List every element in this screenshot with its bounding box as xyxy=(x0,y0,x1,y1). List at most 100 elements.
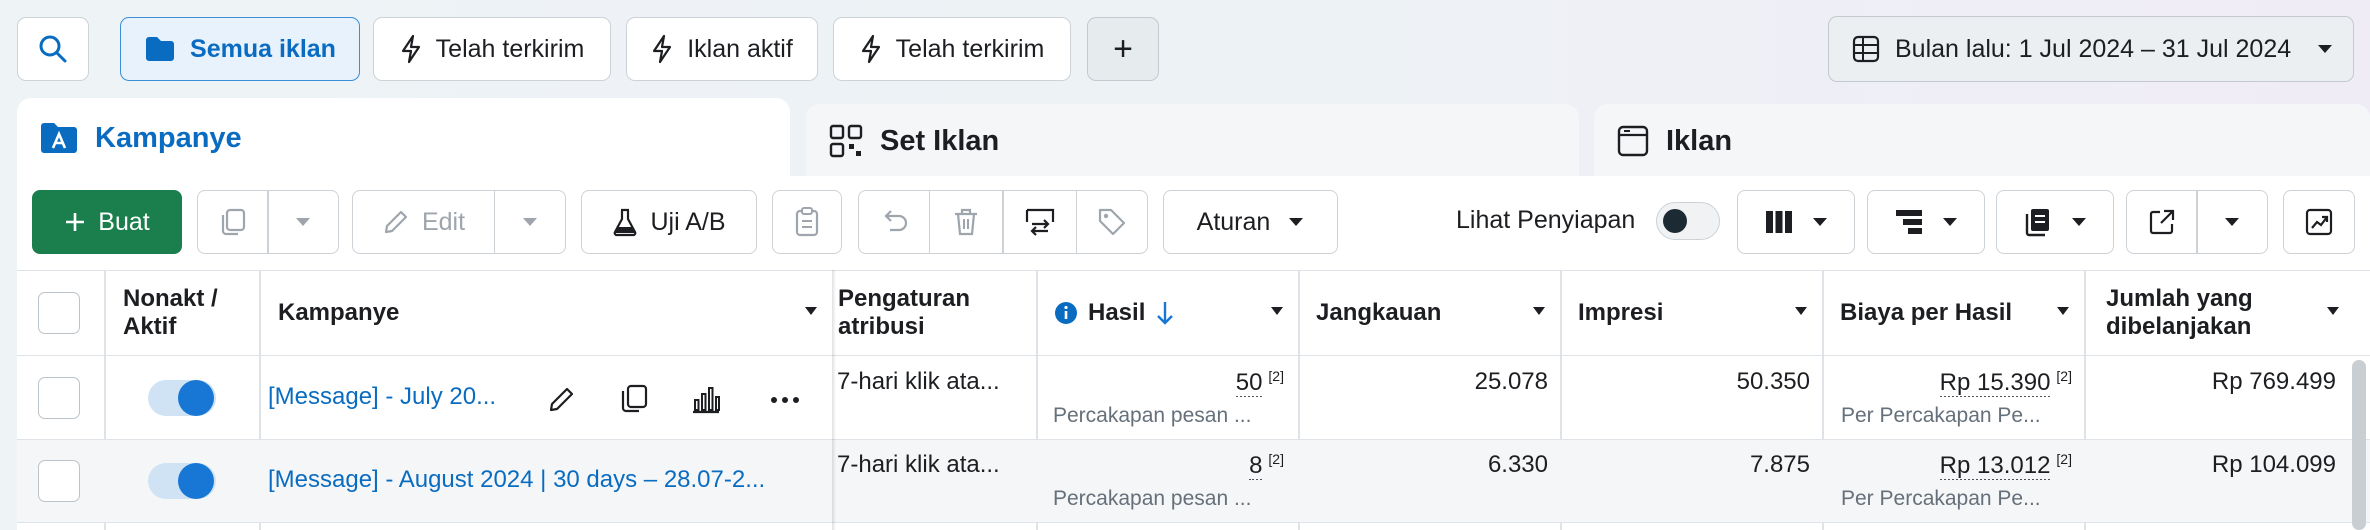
create-button[interactable]: Buat xyxy=(32,190,182,254)
col-cost-per-result-label: Biaya per Hasil xyxy=(1840,299,2013,326)
sort-arrow-down-icon xyxy=(1157,302,1174,325)
breakdown-button[interactable] xyxy=(1867,190,1985,254)
col-cost-per-result[interactable]: Biaya per Hasil xyxy=(1822,270,2084,356)
transfer-button[interactable] xyxy=(1004,191,1076,253)
filter-bar: Semua iklan Telah terkirim Iklan aktif T… xyxy=(0,0,2370,95)
campaign-status-toggle[interactable] xyxy=(148,463,216,499)
duplicate-button[interactable] xyxy=(198,191,267,253)
reports-icon xyxy=(2025,209,2049,237)
grid-icon xyxy=(829,124,863,158)
campaign-folder-icon xyxy=(41,123,77,153)
caret-down-icon xyxy=(1271,307,1283,315)
duplicate-icon xyxy=(221,208,245,236)
select-all-checkbox[interactable] xyxy=(38,292,80,334)
tag-button[interactable] xyxy=(1077,191,1147,253)
toggle-knob xyxy=(178,380,214,416)
row-checkbox[interactable] xyxy=(38,460,80,502)
search-button[interactable] xyxy=(17,17,89,81)
cost-value: Rp 13.012 xyxy=(1939,452,2051,480)
col-results[interactable]: Hasil xyxy=(1036,270,1298,356)
filter-all-ads-label: Semua iklan xyxy=(190,34,336,63)
caret-down-icon xyxy=(1795,307,1807,315)
columns-button[interactable] xyxy=(1737,190,1855,254)
reports-button[interactable] xyxy=(1996,190,2114,254)
caret-down-icon xyxy=(805,307,817,315)
cost-subtext: Per Percakapan Pe... xyxy=(1841,487,2041,510)
col-reach[interactable]: Jangkauan xyxy=(1298,270,1560,356)
filter-all-ads[interactable]: Semua iklan xyxy=(120,17,360,81)
rules-button[interactable]: Aturan xyxy=(1163,190,1338,254)
edit-group: Edit xyxy=(352,190,566,254)
cost-subtext: Per Percakapan Pe... xyxy=(1841,404,2041,427)
view-setup-toggle[interactable] xyxy=(1656,202,1720,240)
filter-sent-2-label: Telah terkirim xyxy=(895,34,1045,63)
col-amount-spent-label: Jumlah yang dibelanjakan xyxy=(2106,285,2253,340)
ab-test-button[interactable]: Uji A/B xyxy=(581,190,757,254)
edit-button[interactable]: Edit xyxy=(353,191,494,253)
col-campaign[interactable]: Kampanye xyxy=(260,270,832,356)
create-label: Buat xyxy=(98,207,150,236)
filter-active-ads-label: Iklan aktif xyxy=(687,34,793,63)
lightning-icon xyxy=(861,34,880,64)
col-status[interactable]: Nonakt / Aktif xyxy=(105,270,260,356)
caret-down-icon xyxy=(2327,307,2339,315)
ad-window-icon xyxy=(1617,125,1649,157)
clipboard-icon xyxy=(795,207,819,237)
caret-down-icon xyxy=(1533,307,1545,315)
clipboard-button[interactable] xyxy=(772,190,842,254)
results-cell: 8 [2] xyxy=(1040,451,1284,480)
trend-chart-icon xyxy=(2305,208,2333,236)
cost-footnote: [2] xyxy=(2056,368,2072,384)
export-icon xyxy=(2149,209,2174,235)
impressions-cell: 50.350 xyxy=(1736,368,1810,395)
transfer-icon xyxy=(1025,208,1054,236)
impressions-cell: 7.875 xyxy=(1749,451,1810,478)
vertical-scrollbar[interactable] xyxy=(2352,360,2366,530)
col-attribution-label: Pengaturan atribusi xyxy=(838,285,971,340)
results-cell: 50 [2] xyxy=(1040,368,1284,397)
edit-dropdown[interactable] xyxy=(495,191,565,253)
export-group xyxy=(2126,190,2268,254)
col-attribution[interactable]: Pengaturan atribusi xyxy=(836,270,1036,356)
filter-sent-1-label: Telah terkirim xyxy=(435,34,585,63)
export-button[interactable] xyxy=(2127,191,2196,253)
action-group xyxy=(858,190,1148,254)
charts-button[interactable] xyxy=(2283,190,2355,254)
campaign-status-toggle[interactable] xyxy=(148,380,216,416)
filter-active-ads[interactable]: Iklan aktif xyxy=(626,17,818,81)
caret-down-icon xyxy=(2225,218,2240,226)
columns-icon xyxy=(1766,211,1792,233)
caret-down-icon xyxy=(2057,307,2069,315)
date-range-picker[interactable]: Bulan lalu: 1 Jul 2024 – 31 Jul 2024 xyxy=(1828,16,2354,82)
tab-ads[interactable]: Iklan xyxy=(1594,104,2370,178)
export-dropdown[interactable] xyxy=(2198,191,2267,253)
plus-icon: + xyxy=(1113,29,1133,68)
edit-pencil-icon[interactable] xyxy=(547,384,577,414)
toggle-knob xyxy=(178,463,214,499)
filter-sent-2[interactable]: Telah terkirim xyxy=(833,17,1071,81)
caret-down-icon xyxy=(523,218,538,226)
caret-down-icon xyxy=(1813,218,1827,226)
trash-icon xyxy=(955,208,978,236)
filter-sent-1[interactable]: Telah terkirim xyxy=(373,17,611,81)
col-impressions[interactable]: Impresi xyxy=(1560,270,1822,356)
col-amount-spent[interactable]: Jumlah yang dibelanjakan xyxy=(2084,270,2354,356)
campaign-name-link[interactable]: [Message] - July 20... xyxy=(268,383,528,411)
tab-ad-sets[interactable]: Set Iklan xyxy=(806,104,1579,178)
delete-button[interactable] xyxy=(930,191,1002,253)
amount-spent-cell: Rp 769.499 xyxy=(2211,368,2336,395)
row-checkbox[interactable] xyxy=(38,377,80,419)
add-filter-button[interactable]: + xyxy=(1087,17,1159,81)
duplicate-icon[interactable] xyxy=(618,383,650,415)
undo-button[interactable] xyxy=(859,191,929,253)
date-range-label: Bulan lalu: 1 Jul 2024 – 31 Jul 2024 xyxy=(1895,34,2292,63)
calendar-table-icon xyxy=(1852,35,1880,63)
tab-campaigns[interactable]: Kampanye xyxy=(17,98,790,178)
results-footnote: [2] xyxy=(1268,451,1284,467)
pencil-icon xyxy=(384,210,408,234)
caret-down-icon xyxy=(1289,218,1304,226)
more-icon[interactable] xyxy=(770,396,800,404)
chart-bars-icon[interactable] xyxy=(690,384,722,414)
campaign-name-link[interactable]: [Message] - August 2024 | 30 days – 28.0… xyxy=(268,466,820,494)
duplicate-dropdown[interactable] xyxy=(269,191,338,253)
